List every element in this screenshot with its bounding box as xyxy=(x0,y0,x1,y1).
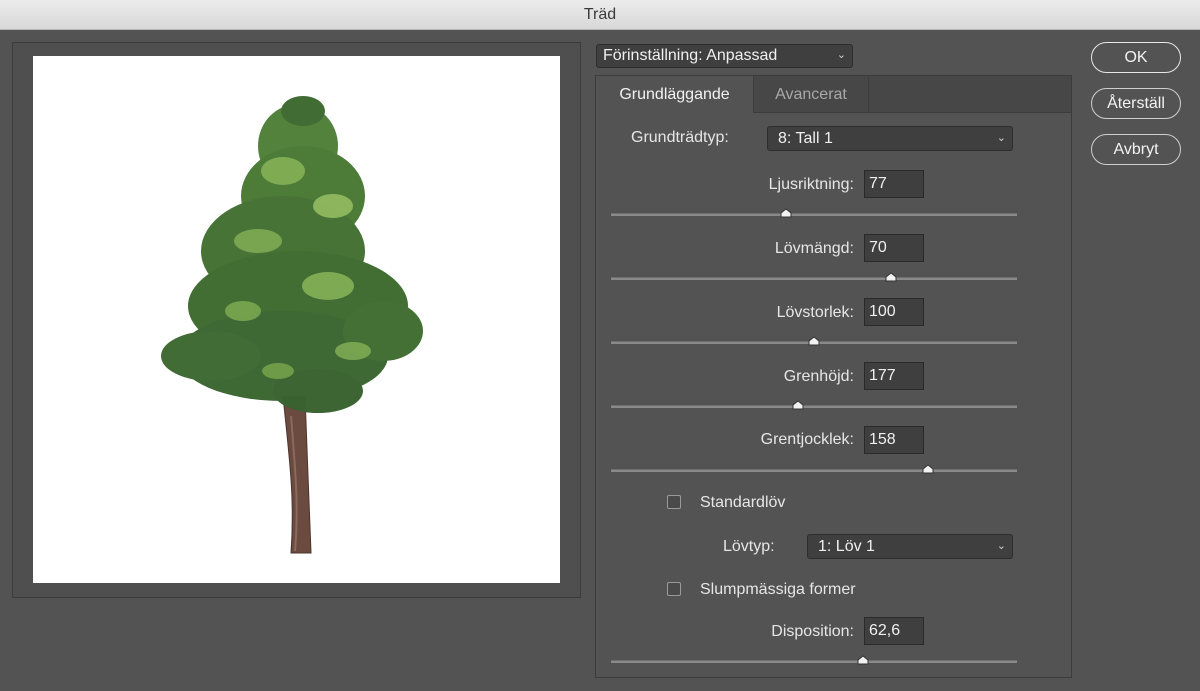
settings-panel: Grundläggande Avancerat Grundträdtyp: 8:… xyxy=(595,75,1072,678)
slider-thumb[interactable] xyxy=(780,208,792,218)
light-direction-slider[interactable] xyxy=(611,208,1017,218)
window-titlebar: Träd xyxy=(0,0,1200,30)
chevron-down-icon: ⌄ xyxy=(996,131,1006,144)
leaf-amount-slider[interactable] xyxy=(611,272,1017,282)
tab-basic[interactable]: Grundläggande xyxy=(596,76,754,113)
slider-thumb[interactable] xyxy=(885,272,897,282)
branch-thickness-input[interactable]: 158 xyxy=(864,426,924,454)
disposition-value: 62,6 xyxy=(869,622,901,639)
preset-dropdown[interactable]: Förinställning: Anpassad ⌄ xyxy=(596,44,853,68)
leaf-type-label: Lövtyp: xyxy=(723,538,775,555)
default-leaves-label: Standardlöv xyxy=(700,494,786,511)
disposition-slider[interactable] xyxy=(611,655,1017,665)
slider-thumb[interactable] xyxy=(808,336,820,346)
base-tree-type-value: 8: Tall 1 xyxy=(778,129,833,147)
tab-advanced-label: Avancerat xyxy=(775,85,847,103)
reset-button[interactable]: Återställ xyxy=(1091,88,1181,119)
chevron-down-icon: ⌄ xyxy=(996,539,1006,552)
leaf-type-select[interactable]: 1: Löv 1 ⌄ xyxy=(807,534,1013,559)
light-direction-input[interactable]: 77 xyxy=(864,170,924,198)
branch-thickness-label: Grentjocklek: xyxy=(760,431,854,448)
leaf-size-label: Lövstorlek: xyxy=(776,304,854,321)
branch-thickness-value: 158 xyxy=(869,431,896,448)
light-direction-value: 77 xyxy=(869,175,887,192)
tree-preview-image xyxy=(161,96,423,554)
branch-height-label: Grenhöjd: xyxy=(783,368,854,385)
branch-height-input[interactable]: 177 xyxy=(864,362,924,390)
branch-height-slider[interactable] xyxy=(611,400,1017,410)
preset-value: Förinställning: Anpassad xyxy=(603,47,778,64)
tree-preview-canvas xyxy=(33,56,560,583)
tab-advanced[interactable]: Avancerat xyxy=(754,76,869,113)
branch-height-value: 177 xyxy=(869,367,896,384)
leaf-size-slider[interactable] xyxy=(611,336,1017,346)
cancel-button[interactable]: Avbryt xyxy=(1091,134,1181,165)
chevron-down-icon: ⌄ xyxy=(836,49,846,62)
leaf-type-value: 1: Löv 1 xyxy=(818,537,875,555)
leaf-size-value: 100 xyxy=(869,303,896,320)
ok-button[interactable]: OK xyxy=(1091,42,1181,73)
leaf-amount-value: 70 xyxy=(869,239,887,256)
leaf-amount-label: Lövmängd: xyxy=(774,240,854,257)
slider-thumb[interactable] xyxy=(857,655,869,665)
random-shapes-label: Slumpmässiga former xyxy=(700,581,856,598)
reset-button-label: Återställ xyxy=(1107,94,1165,112)
disposition-input[interactable]: 62,6 xyxy=(864,617,924,645)
window-title: Träd xyxy=(583,5,617,23)
disposition-label: Disposition: xyxy=(771,623,854,640)
tab-basic-label: Grundläggande xyxy=(619,85,730,103)
branch-thickness-slider[interactable] xyxy=(611,464,1017,474)
leaf-amount-input[interactable]: 70 xyxy=(864,234,924,262)
random-shapes-checkbox[interactable] xyxy=(667,582,681,596)
tab-bar: Grundläggande Avancerat xyxy=(596,76,1071,113)
leaf-size-input[interactable]: 100 xyxy=(864,298,924,326)
default-leaves-checkbox[interactable] xyxy=(667,495,681,509)
slider-thumb[interactable] xyxy=(922,464,934,474)
slider-thumb[interactable] xyxy=(792,400,804,410)
light-direction-label: Ljusriktning: xyxy=(768,176,854,193)
base-tree-type-label: Grundträdtyp: xyxy=(631,129,729,146)
base-tree-type-select[interactable]: 8: Tall 1 ⌄ xyxy=(767,126,1013,151)
cancel-button-label: Avbryt xyxy=(1113,140,1159,158)
ok-button-label: OK xyxy=(1124,48,1148,66)
preview-frame xyxy=(12,42,581,598)
